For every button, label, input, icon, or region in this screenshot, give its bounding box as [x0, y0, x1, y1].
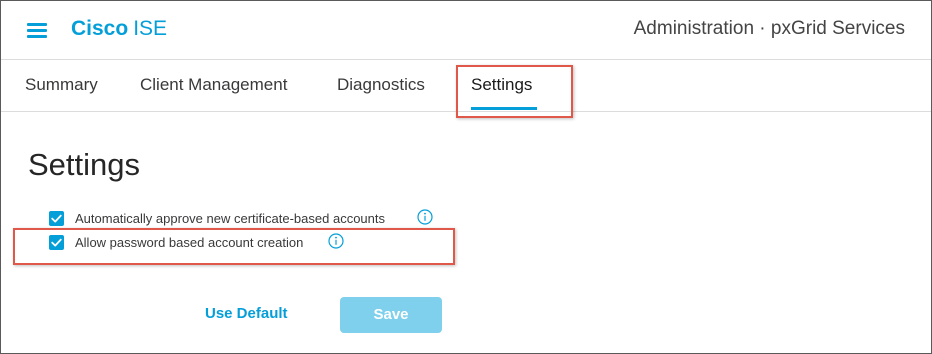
hamburger-menu-icon[interactable] [27, 23, 47, 38]
checkmark-icon [51, 214, 62, 223]
brand-name: Cisco [71, 17, 129, 40]
info-icon[interactable] [417, 209, 433, 225]
checkmark-icon [51, 238, 62, 247]
save-button[interactable]: Save [340, 297, 442, 333]
password-account-label: Allow password based account creation [75, 235, 304, 250]
brand-logo: Cisco ISE [71, 17, 167, 41]
active-tab-indicator [471, 107, 537, 110]
use-default-button[interactable]: Use Default [205, 305, 288, 323]
tab-diagnostics[interactable]: Diagnostics [337, 75, 425, 95]
pxgrid-settings-window: Cisco ISE Administration · pxGrid Service… [0, 0, 932, 354]
tab-summary[interactable]: Summary [25, 75, 98, 95]
brand-product: ISE [133, 17, 168, 40]
tab-settings[interactable]: Settings [471, 75, 532, 95]
auto-approve-checkbox[interactable] [49, 211, 64, 226]
password-account-checkbox[interactable] [49, 235, 64, 250]
info-icon[interactable] [328, 233, 344, 249]
page-title: Settings [28, 147, 141, 182]
auto-approve-label: Automatically approve new certificate-ba… [75, 211, 385, 226]
top-header: Cisco ISE Administration · pxGrid Service… [1, 1, 931, 60]
tab-client-management[interactable]: Client Management [140, 75, 287, 95]
tab-bar: Summary Client Management Diagnostics Se… [1, 60, 931, 112]
page-breadcrumb-title: Administration · pxGrid Services [633, 18, 905, 39]
